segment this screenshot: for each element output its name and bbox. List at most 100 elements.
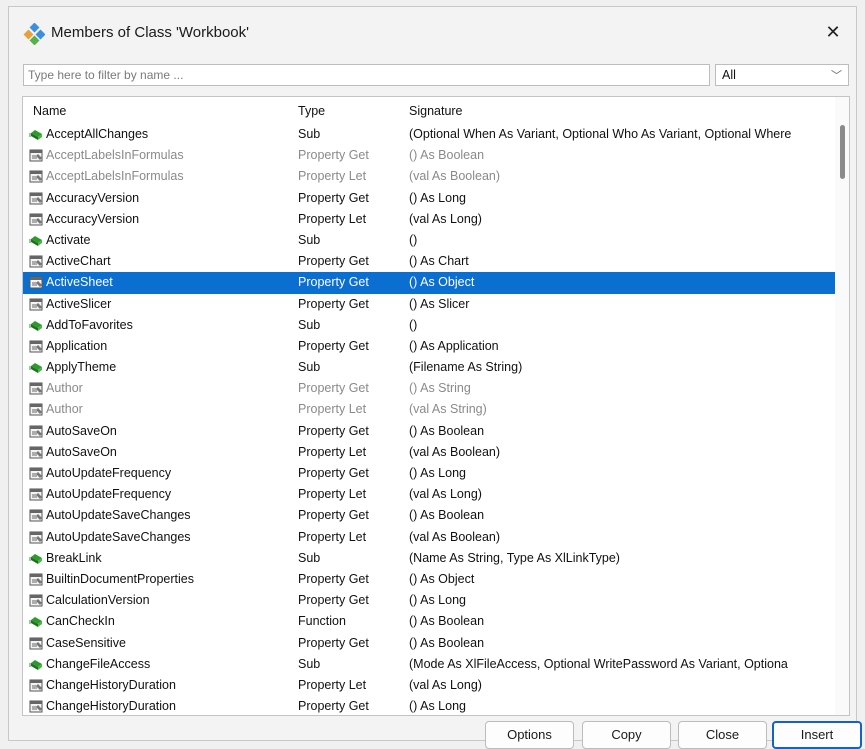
property-icon [29,149,43,162]
member-name: AcceptLabelsInFormulas [46,148,184,163]
close-icon[interactable]: ✕ [820,19,846,45]
column-header-signature[interactable]: Signature [409,104,463,118]
member-name: AutoUpdateFrequency [46,466,172,480]
method-icon [29,320,42,331]
method-icon [29,553,42,564]
method-icon [29,363,42,374]
member-type: Property Get [298,571,369,586]
member-name: CalculationVersion [46,593,150,608]
member-type: Property Let [298,529,367,544]
filter-input[interactable] [23,64,710,86]
member-type: Property Get [298,275,369,290]
member-name: ChangeHistoryDuration [46,677,176,692]
list-item[interactable]: ChangeHistoryDuration Property Get () As L… [23,696,835,715]
list-item[interactable]: AcceptLabelsInFormulas Property Let (val A… [23,166,835,187]
vertical-scrollbar[interactable] [835,97,849,715]
member-type: Property Let [298,211,367,226]
member-signature: () As Slicer [409,296,470,311]
property-icon [29,700,43,713]
list-item[interactable]: AutoSaveOn Property Let (val As Boolean) [23,442,835,463]
member-type: Sub [298,317,321,332]
member-name: CanCheckIn [46,614,115,629]
member-type: Property Get [298,148,369,163]
property-icon [29,340,43,353]
members-list[interactable]: Name Type Signature AcceptAllChanges Sub (… [22,96,850,716]
list-item[interactable]: ActiveSheet Property Get () As Object [23,272,835,294]
filter-row: All ﹀ [23,64,849,86]
property-icon [29,573,43,586]
list-item[interactable]: AutoUpdateSaveChanges Property Get () As B… [23,505,835,526]
member-name: AutoUpdateFrequency [46,487,172,502]
member-signature: () As String [409,381,471,396]
list-item[interactable]: CaseSensitive Property Get () As Boolean [23,633,835,654]
member-name: ActiveChart [46,254,111,269]
member-signature: (Name As String, Type As XlLinkType) [409,550,620,565]
property-icon [29,192,43,205]
list-item[interactable]: AutoUpdateFrequency Property Get () As Lon… [23,463,835,484]
member-name: BuiltinDocumentProperties [46,571,194,586]
list-item[interactable]: ChangeFileAccess Sub (Mode As XlFileAccess… [23,654,835,675]
members-dialog: Members of Class 'Workbook' ✕ All ﹀ Name… [8,6,862,749]
list-item[interactable]: CalculationVersion Property Get () As Long [23,590,835,611]
list-item[interactable]: AccuracyVersion Property Let (val As Long) [23,209,835,230]
list-item[interactable]: BuiltinDocumentProperties Property Get () … [23,569,835,590]
list-item[interactable]: AddToFavorites Sub () [23,315,835,336]
member-signature: () [409,232,418,247]
member-name: Application [46,338,108,353]
member-signature: (val As String) [409,402,487,417]
member-name: AccuracyVersion [46,211,140,226]
list-header: Name Type Signature [23,97,835,121]
list-item[interactable]: ActiveChart Property Get () As Chart [23,251,835,272]
list-item[interactable]: ChangeHistoryDuration Property Let (val As… [23,675,835,696]
property-icon [29,594,43,607]
member-signature: () As Boolean [409,508,485,523]
member-type: Property Get [298,635,369,650]
member-signature: () As Long [409,593,466,608]
member-signature: () As Long [409,190,466,205]
list-item[interactable]: Author Property Get () As String [23,378,835,399]
property-icon [29,255,43,268]
property-icon [29,488,43,501]
list-item[interactable]: Application Property Get () As Application [23,336,835,357]
list-item[interactable]: AccuracyVersion Property Get () As Long [23,188,835,209]
property-icon [29,637,43,649]
member-signature: (Mode As XlFileAccess, Optional WritePas… [409,656,788,671]
member-signature: () [409,317,418,332]
list-item[interactable]: ApplyTheme Sub (Filename As String) [23,357,835,378]
member-signature: (val As Boolean) [409,444,501,459]
list-item[interactable]: Activate Sub () [23,230,835,251]
list-item[interactable]: BreakLink Sub (Name As String, Type As XlL… [23,548,835,569]
scrollbar-thumb[interactable] [840,125,845,179]
property-icon [29,679,43,692]
property-icon [29,382,43,395]
member-name: ChangeHistoryDuration [46,699,176,714]
member-type: Sub [298,232,321,247]
title-bar: Members of Class 'Workbook' ✕ [9,7,856,55]
list-item[interactable]: AcceptAllChanges Sub (Optional When As Var… [23,124,835,145]
member-name: BreakLink [46,550,102,565]
member-type: Property Get [298,338,369,353]
member-type: Property Get [298,190,369,205]
list-item[interactable]: AcceptLabelsInFormulas Property Get () As … [23,145,835,166]
member-name: ActiveSheet [46,275,113,290]
member-type: Property Let [298,169,367,184]
class-members-icon [23,23,45,45]
property-icon [29,467,43,480]
method-icon [29,659,42,670]
list-item[interactable]: CanCheckIn Function () As Boolean [23,611,835,632]
list-item[interactable]: AutoUpdateSaveChanges Property Let (val As… [23,527,835,548]
method-icon [29,130,42,140]
list-item[interactable]: ActiveSlicer Property Get () As Slicer [23,294,835,315]
column-header-name[interactable]: Name [33,104,66,118]
list-item[interactable]: AutoUpdateFrequency Property Let (val As L… [23,484,835,505]
scope-dropdown[interactable]: All ﹀ [715,64,849,86]
member-type: Property Get [298,508,369,523]
column-header-type[interactable]: Type [298,104,325,118]
member-name: AutoSaveOn [46,444,117,459]
property-icon [29,446,43,459]
member-signature: () As Chart [409,254,469,269]
dialog-title: Members of Class 'Workbook' [51,24,250,41]
list-item[interactable]: AutoSaveOn Property Get () As Boolean [23,421,835,442]
member-type: Property Let [298,402,367,417]
list-item[interactable]: Author Property Let (val As String) [23,399,835,420]
